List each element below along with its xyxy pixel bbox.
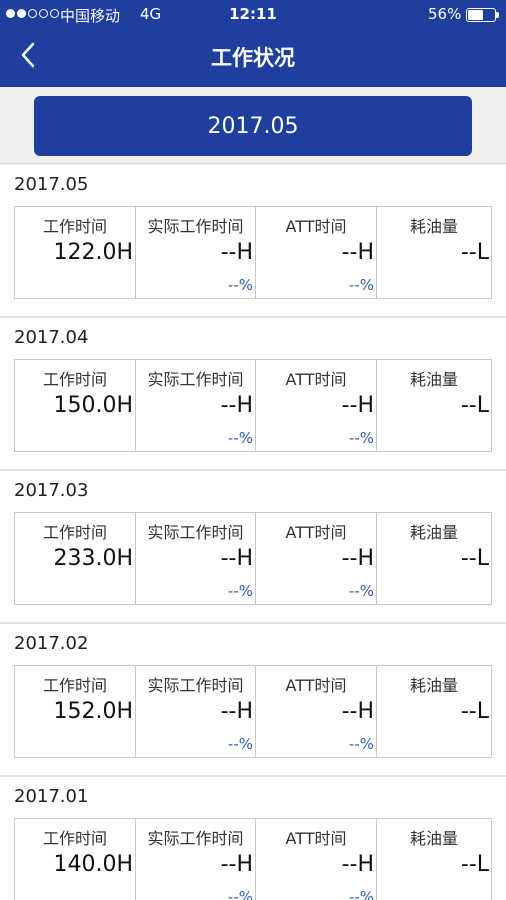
- battery-percent: 56%: [428, 5, 462, 23]
- actual-work-time-value: --H: [220, 546, 253, 571]
- navigation-bar: 中国移动 4G 12:11 56% 工作状况: [0, 0, 506, 87]
- work-status-list: 2017.05 工作时间 122.0H 实际工作时间 --H --% ATT时间…: [0, 165, 506, 900]
- actual-work-time-percent: --%: [227, 888, 253, 900]
- stats-grid: 工作时间 233.0H 实际工作时间 --H --% ATT时间 --H --%…: [14, 512, 492, 605]
- att-time-cell: ATT时间 --H --%: [256, 819, 377, 900]
- work-time-label: 工作时间: [42, 370, 107, 389]
- att-time-value: --H: [341, 852, 374, 877]
- stats-grid: 工作时间 152.0H 实际工作时间 --H --% ATT时间 --H --%…: [14, 665, 492, 758]
- att-time-value: --H: [341, 393, 374, 418]
- fuel-label: 耗油量: [409, 523, 458, 542]
- att-time-label: ATT时间: [285, 523, 347, 542]
- stats-grid: 工作时间 150.0H 实际工作时间 --H --% ATT时间 --H --%…: [14, 359, 492, 452]
- att-time-label: ATT时间: [285, 370, 347, 389]
- actual-work-time-percent: --%: [227, 735, 253, 753]
- work-time-label: 工作时间: [42, 676, 107, 695]
- month-record: 2017.01 工作时间 140.0H 实际工作时间 --H --% ATT时间…: [0, 777, 506, 900]
- work-time-cell: 工作时间 122.0H: [15, 207, 136, 298]
- actual-work-time-cell: 实际工作时间 --H --%: [136, 360, 256, 451]
- att-time-percent: --%: [348, 429, 374, 447]
- month-record: 2017.05 工作时间 122.0H 实际工作时间 --H --% ATT时间…: [0, 165, 506, 318]
- month-filter-bar: 2017.05: [0, 87, 506, 164]
- fuel-label: 耗油量: [409, 370, 458, 389]
- actual-work-time-cell: 实际工作时间 --H --%: [136, 819, 256, 900]
- att-time-percent: --%: [348, 888, 374, 900]
- att-time-cell: ATT时间 --H --%: [256, 666, 377, 757]
- record-month-label: 2017.02: [14, 633, 89, 654]
- att-time-cell: ATT时间 --H --%: [256, 207, 377, 298]
- work-time-cell: 工作时间 150.0H: [15, 360, 136, 451]
- work-time-label: 工作时间: [42, 829, 107, 848]
- att-time-label: ATT时间: [285, 829, 347, 848]
- actual-work-time-label: 实际工作时间: [147, 829, 244, 848]
- att-time-percent: --%: [348, 735, 374, 753]
- work-time-cell: 工作时间 152.0H: [15, 666, 136, 757]
- fuel-cell: 耗油量 --L: [377, 819, 491, 900]
- fuel-value: --L: [460, 240, 489, 265]
- work-time-value: 140.0H: [53, 852, 133, 877]
- att-time-value: --H: [341, 240, 374, 265]
- fuel-cell: 耗油量 --L: [377, 360, 491, 451]
- status-bar: 中国移动 4G 12:11 56%: [0, 0, 506, 30]
- actual-work-time-label: 实际工作时间: [147, 523, 244, 542]
- actual-work-time-percent: --%: [227, 276, 253, 294]
- actual-work-time-cell: 实际工作时间 --H --%: [136, 666, 256, 757]
- actual-work-time-value: --H: [220, 240, 253, 265]
- fuel-label: 耗油量: [409, 676, 458, 695]
- att-time-percent: --%: [348, 582, 374, 600]
- actual-work-time-label: 实际工作时间: [147, 676, 244, 695]
- fuel-value: --L: [460, 393, 489, 418]
- actual-work-time-label: 实际工作时间: [147, 370, 244, 389]
- actual-work-time-percent: --%: [227, 429, 253, 447]
- record-month-label: 2017.04: [14, 327, 89, 348]
- att-time-value: --H: [341, 546, 374, 571]
- att-time-label: ATT时间: [285, 217, 347, 236]
- work-time-label: 工作时间: [42, 523, 107, 542]
- battery-icon: [466, 8, 499, 22]
- record-month-label: 2017.01: [14, 786, 89, 807]
- stats-grid: 工作时间 140.0H 实际工作时间 --H --% ATT时间 --H --%…: [14, 818, 492, 900]
- actual-work-time-percent: --%: [227, 582, 253, 600]
- fuel-cell: 耗油量 --L: [377, 513, 491, 604]
- month-record: 2017.03 工作时间 233.0H 实际工作时间 --H --% ATT时间…: [0, 471, 506, 624]
- att-time-label: ATT时间: [285, 676, 347, 695]
- work-time-cell: 工作时间 233.0H: [15, 513, 136, 604]
- work-time-value: 122.0H: [53, 240, 133, 265]
- month-record: 2017.04 工作时间 150.0H 实际工作时间 --H --% ATT时间…: [0, 318, 506, 471]
- fuel-value: --L: [460, 699, 489, 724]
- page-title: 工作状况: [211, 46, 295, 70]
- work-time-value: 150.0H: [53, 393, 133, 418]
- record-month-label: 2017.03: [14, 480, 89, 501]
- fuel-cell: 耗油量 --L: [377, 207, 491, 298]
- actual-work-time-value: --H: [220, 699, 253, 724]
- month-record: 2017.02 工作时间 152.0H 实际工作时间 --H --% ATT时间…: [0, 624, 506, 777]
- actual-work-time-cell: 实际工作时间 --H --%: [136, 207, 256, 298]
- stats-grid: 工作时间 122.0H 实际工作时间 --H --% ATT时间 --H --%…: [14, 206, 492, 299]
- actual-work-time-value: --H: [220, 852, 253, 877]
- record-month-label: 2017.05: [14, 174, 89, 195]
- att-time-cell: ATT时间 --H --%: [256, 360, 377, 451]
- fuel-cell: 耗油量 --L: [377, 666, 491, 757]
- att-time-cell: ATT时间 --H --%: [256, 513, 377, 604]
- actual-work-time-label: 实际工作时间: [147, 217, 244, 236]
- month-selector-button[interactable]: 2017.05: [34, 96, 472, 156]
- att-time-percent: --%: [348, 276, 374, 294]
- fuel-label: 耗油量: [409, 829, 458, 848]
- fuel-value: --L: [460, 852, 489, 877]
- work-time-label: 工作时间: [42, 217, 107, 236]
- att-time-value: --H: [341, 699, 374, 724]
- fuel-value: --L: [460, 546, 489, 571]
- fuel-label: 耗油量: [409, 217, 458, 236]
- actual-work-time-value: --H: [220, 393, 253, 418]
- work-time-value: 233.0H: [53, 546, 133, 571]
- actual-work-time-cell: 实际工作时间 --H --%: [136, 513, 256, 604]
- work-time-cell: 工作时间 140.0H: [15, 819, 136, 900]
- work-time-value: 152.0H: [53, 699, 133, 724]
